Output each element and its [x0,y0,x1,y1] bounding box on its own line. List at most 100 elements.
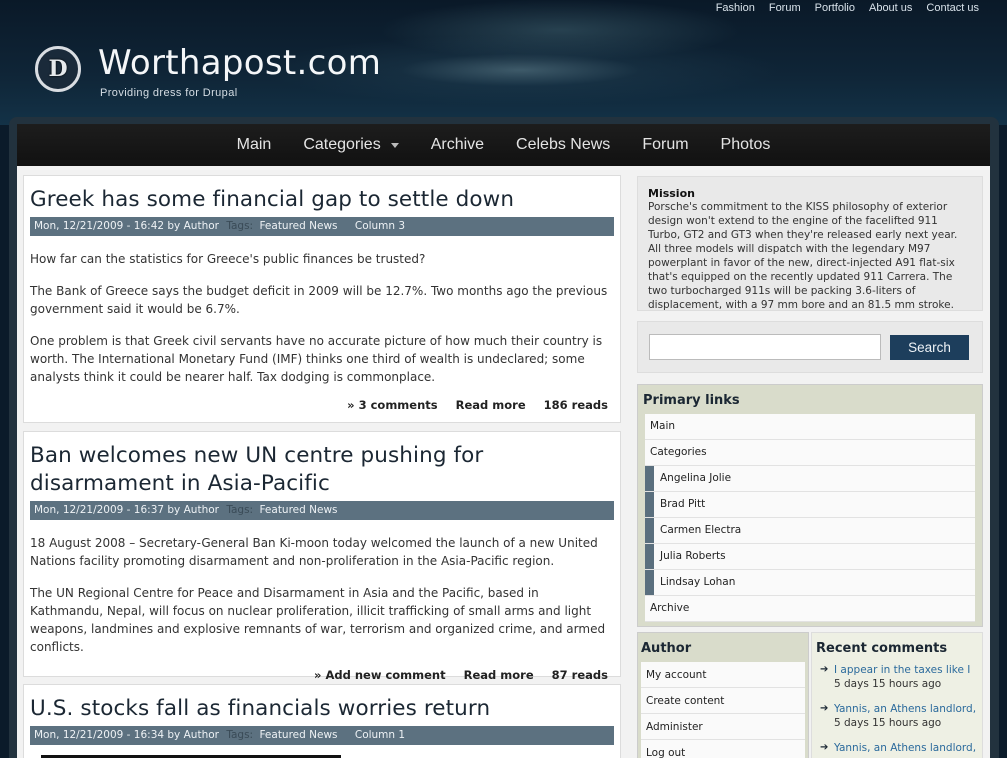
article-meta: Mon, 12/21/2009 - 16:37 by Author Tags: … [30,501,614,520]
article-node: Greek has some financial gap to settle d… [23,175,621,423]
add-comment-link[interactable]: » Add new comment [314,668,446,682]
arrow-right-icon: ➔ [820,664,829,675]
tag-link[interactable]: Featured News [259,504,337,516]
menu-item-categories[interactable]: Categories [645,440,975,466]
tag-link[interactable]: Column 1 [355,729,405,741]
submenu-indicator [645,544,654,569]
site-name[interactable]: Worthapost.com [98,43,381,83]
mission-text: Porsche's commitment to the KISS philoso… [648,201,958,311]
logo-letter: D [48,56,68,82]
search-button[interactable]: Search [890,335,969,360]
tag-link[interactable]: Featured News [259,729,337,741]
menu-item-administer[interactable]: Administer [641,714,805,740]
recent-comment-item: ➔ Yannis, an Athens landlord, 5 days 15 … [816,702,978,730]
search-input[interactable] [649,334,881,360]
caret-down-icon [390,143,399,148]
article-meta: Mon, 12/21/2009 - 16:34 by Author Tags: … [30,726,614,745]
read-more-link[interactable]: Read more [456,398,526,412]
tags-label: Tags: [226,729,254,741]
submenu-indicator [645,570,654,595]
read-more-link[interactable]: Read more [464,668,534,682]
menu-item-angelina-jolie[interactable]: Angelina Jolie [645,466,975,492]
mission-title: Mission [648,187,695,200]
submitted-info: Mon, 12/21/2009 - 16:34 by Author [34,729,219,741]
article-paragraph: The Bank of Greece says the budget defic… [30,284,608,316]
tag-link[interactable]: Featured News [259,220,337,232]
article-node: Ban welcomes new UN centre pushing for d… [23,431,621,682]
primary-links-menu: Main Categories Angelina Jolie Brad Pitt… [645,414,975,622]
article-body: How far can the statistics for Greece's … [30,250,614,386]
comment-time: 5 days 15 hours ago [834,717,942,729]
menu-item-my-account[interactable]: My account [641,662,805,688]
author-block-title: Author [641,641,692,656]
arrow-right-icon: ➔ [820,742,829,753]
topnav-fashion[interactable]: Fashion [716,2,755,14]
article-paragraph: The UN Regional Centre for Peace and Dis… [30,586,606,654]
topnav-forum[interactable]: Forum [769,2,801,14]
nav-archive-label: Archive [430,136,485,153]
recent-comments-block: Recent comments ➔ I appear in the taxes … [811,632,983,758]
menu-item-label: Angelina Jolie [660,472,732,484]
recent-comment-item: ➔ I appear in the taxes like I 5 days 15… [816,663,978,691]
comment-link[interactable]: Yannis, an Athens landlord, [834,703,976,715]
recent-comment-item: ➔ Yannis, an Athens landlord, [816,741,978,755]
nav-forum[interactable]: Forum [626,136,704,154]
comment-link[interactable]: I appear in the taxes like I [834,664,970,676]
nav-photos[interactable]: Photos [705,136,787,154]
menu-item-log-out[interactable]: Log out [641,740,805,758]
menu-item-carmen-electra[interactable]: Carmen Electra [645,518,975,544]
menu-item-archive[interactable]: Archive [645,596,975,622]
nav-main[interactable]: Main [221,136,288,154]
menu-item-label: Carmen Electra [660,524,742,536]
menu-item-julia-roberts[interactable]: Julia Roberts [645,544,975,570]
article-links: » 3 comments Read more 186 reads [30,386,614,418]
recent-comments-list: ➔ I appear in the taxes like I 5 days 15… [816,663,978,755]
primary-links-block: Primary links Main Categories Angelina J… [637,384,983,627]
top-navigation: Fashion Forum Portfolio About us Contact… [702,2,979,14]
author-menu: My account Create content Administer Log… [641,662,805,758]
article-title[interactable]: Ban welcomes new UN centre pushing for d… [30,442,614,498]
site-slogan: Providing dress for Drupal [100,87,238,99]
article-meta: Mon, 12/21/2009 - 16:42 by Author Tags: … [30,217,614,236]
article-paragraph: 18 August 2008 – Secretary-General Ban K… [30,536,598,568]
drupal-logo-icon[interactable]: D [35,46,81,92]
recent-comments-title: Recent comments [816,641,948,656]
comments-link[interactable]: » 3 comments [347,398,437,412]
reads-count: 186 reads [543,398,608,412]
menu-item-label: Brad Pitt [660,498,706,510]
comment-link[interactable]: Yannis, an Athens landlord, [834,742,976,754]
nav-photos-label: Photos [720,136,771,153]
menu-item-lindsay-lohan[interactable]: Lindsay Lohan [645,570,975,596]
submitted-info: Mon, 12/21/2009 - 16:42 by Author [34,220,219,232]
nav-main-label: Main [236,136,272,153]
tag-link[interactable]: Column 3 [355,220,405,232]
nav-categories-label: Categories [303,136,381,153]
mission-block: Mission Porsche's commitment to the KISS… [637,176,983,311]
nav-archive[interactable]: Archive [415,136,500,154]
article-paragraph: How far can the statistics for Greece's … [30,252,426,266]
submenu-indicator [645,518,654,543]
reads-count: 87 reads [551,668,608,682]
topnav-contact-us[interactable]: Contact us [926,2,979,14]
arrow-right-icon: ➔ [820,703,829,714]
nav-celebs-news-label: Celebs News [516,136,611,153]
topnav-portfolio[interactable]: Portfolio [815,2,855,14]
article-node: U.S. stocks fall as financials worries r… [23,684,621,758]
author-block: Author My account Create content Adminis… [637,632,809,758]
search-block: Search [637,321,983,373]
tags-label: Tags: [226,504,254,516]
article-title[interactable]: U.S. stocks fall as financials worries r… [30,695,614,723]
menu-item-create-content[interactable]: Create content [641,688,805,714]
nav-categories[interactable]: Categories [287,136,414,154]
menu-item-brad-pitt[interactable]: Brad Pitt [645,492,975,518]
menu-item-label: Lindsay Lohan [660,576,736,588]
article-body: 18 August 2008 – Secretary-General Ban K… [30,534,614,656]
topnav-about-us[interactable]: About us [869,2,912,14]
submenu-indicator [645,466,654,491]
nav-celebs-news[interactable]: Celebs News [500,136,626,154]
comment-time: 5 days 15 hours ago [834,678,942,690]
menu-item-main[interactable]: Main [645,414,975,440]
tags-label: Tags: [226,220,254,232]
menu-item-label: Julia Roberts [660,550,726,562]
article-title[interactable]: Greek has some financial gap to settle d… [30,186,614,214]
